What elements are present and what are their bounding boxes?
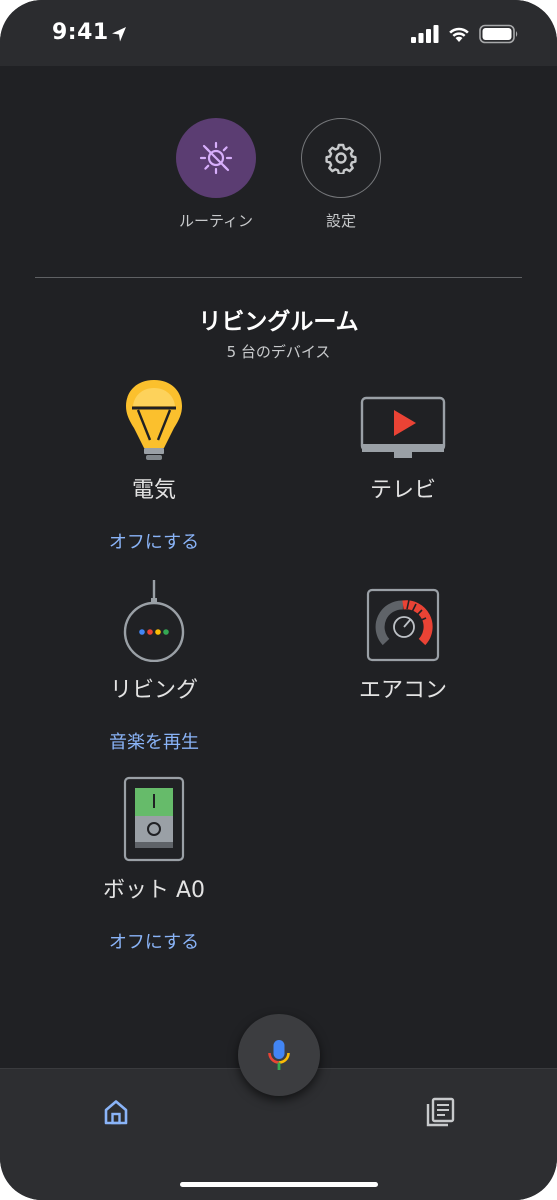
settings-label: 設定 <box>325 212 356 230</box>
device-icon-wrap <box>303 372 503 462</box>
status-indicators <box>411 24 519 44</box>
home-icon <box>104 1100 128 1125</box>
device-name: エアコン <box>358 678 447 703</box>
feed-tab[interactable] <box>420 1094 460 1130</box>
settings-button[interactable] <box>301 118 381 198</box>
settings-shortcut[interactable]: 設定 <box>281 118 401 231</box>
device-count: 5 台のデバイス <box>226 343 331 361</box>
device-icon-wrap <box>54 372 254 462</box>
gear-icon <box>325 143 357 174</box>
app-screen: 9:41 ルーティン 設定 リビングルーム 5 台のデバイス 電気 オフにする … <box>0 0 557 1200</box>
device-light[interactable]: 電気 オフにする <box>54 372 254 554</box>
device-name: リビング <box>109 678 198 703</box>
light-bulb-icon <box>126 380 182 460</box>
device-switch-bot[interactable]: ボット A0 オフにする <box>54 772 254 954</box>
routine-icon <box>199 141 233 175</box>
location-arrow-icon <box>112 27 126 42</box>
device-icon-wrap <box>54 572 254 662</box>
room-title: リビングルーム <box>198 309 359 335</box>
signal-icon <box>411 25 439 43</box>
status-time: 9:41 <box>52 20 109 45</box>
thermostat-icon <box>366 588 440 662</box>
routine-button[interactable] <box>176 118 256 198</box>
smart-speaker-icon <box>123 580 185 662</box>
device-aircon[interactable]: エアコン <box>303 572 503 704</box>
turn-off-button[interactable]: オフにする <box>54 528 254 554</box>
switch-bot-icon <box>123 776 185 862</box>
divider <box>35 277 522 278</box>
routine-label: ルーティン <box>178 212 254 230</box>
play-music-button[interactable]: 音楽を再生 <box>54 728 254 754</box>
device-icon-wrap <box>303 572 503 662</box>
device-name: 電気 <box>131 478 176 503</box>
device-name: ボット A0 <box>102 878 206 903</box>
status-bar: 9:41 <box>0 0 557 66</box>
device-name: テレビ <box>369 478 436 503</box>
tv-icon <box>360 396 446 458</box>
feed-icon <box>426 1097 455 1127</box>
voice-assistant-button[interactable] <box>238 1014 320 1096</box>
microphone-icon <box>268 1040 290 1070</box>
home-tab[interactable] <box>96 1094 136 1130</box>
device-tv[interactable]: テレビ <box>303 372 503 504</box>
device-speaker[interactable]: リビング 音楽を再生 <box>54 572 254 754</box>
routine-shortcut[interactable]: ルーティン <box>156 118 276 231</box>
device-icon-wrap <box>54 772 254 862</box>
battery-icon <box>479 24 518 44</box>
home-indicator <box>180 1182 378 1187</box>
turn-off-button[interactable]: オフにする <box>54 928 254 954</box>
wifi-icon <box>449 27 469 42</box>
